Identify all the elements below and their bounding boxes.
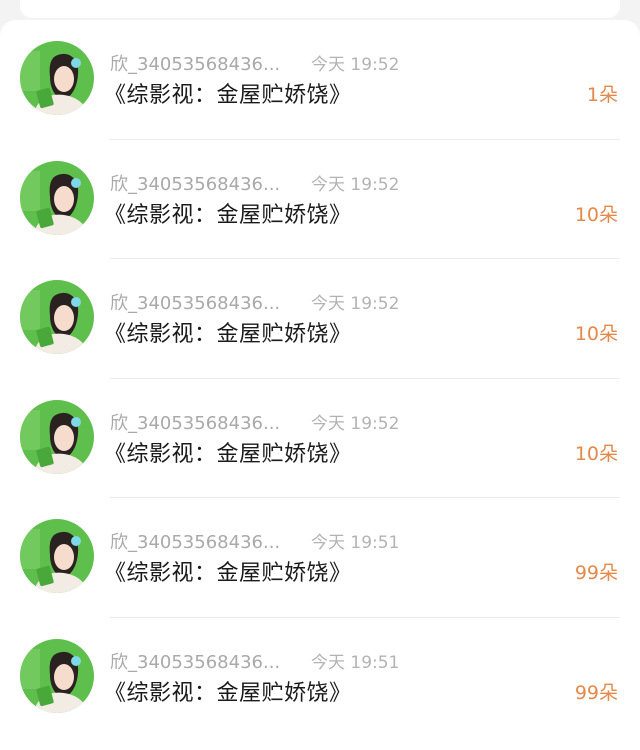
avatar-photo-icon xyxy=(20,280,94,354)
gift-record-item[interactable]: 欣_34053568436... 今天 19:52 《综影视：金屋贮娇饶》 10… xyxy=(0,140,640,259)
flower-count: 10朵 xyxy=(574,323,618,345)
book-title: 《综影视：金屋贮娇饶》 xyxy=(104,202,352,228)
flower-count: 1朵 xyxy=(586,84,618,106)
avatar-photo-icon xyxy=(20,41,94,115)
avatar-photo-icon xyxy=(20,519,94,593)
timestamp: 今天 19:52 xyxy=(311,55,400,75)
user-avatar[interactable] xyxy=(20,399,94,474)
timestamp: 今天 19:52 xyxy=(311,174,400,195)
user-name: 欣_34053568436... xyxy=(110,412,281,434)
gift-records-page: 欣_34053568436... 今天 19:52 《综影视：金屋贮娇饶》 1朵… xyxy=(0,0,640,750)
timestamp: 今天 19:52 xyxy=(311,413,400,434)
gift-record-item[interactable]: 欣_34053568436... 今天 19:52 《综影视：金屋贮娇饶》 1朵 xyxy=(0,20,640,140)
flower-count: 10朵 xyxy=(574,442,618,465)
book-title: 《综影视：金屋贮娇饶》 xyxy=(104,561,352,586)
flower-count: 99朵 xyxy=(574,562,618,584)
user-avatar[interactable] xyxy=(20,638,94,713)
user-name: 欣_34053568436... xyxy=(110,293,281,314)
gift-record-item[interactable]: 欣_34053568436... 今天 19:52 《综影视：金屋贮娇饶》 10… xyxy=(0,259,640,379)
user-name: 欣_34053568436... xyxy=(110,651,281,673)
user-avatar[interactable] xyxy=(20,160,94,235)
flower-count: 10朵 xyxy=(574,203,618,226)
avatar-photo-icon xyxy=(20,638,94,713)
avatar-photo-icon xyxy=(20,399,94,474)
book-title: 《综影视：金屋贮娇饶》 xyxy=(104,680,352,706)
user-avatar[interactable] xyxy=(20,519,94,593)
flower-count: 99朵 xyxy=(574,681,618,704)
timestamp: 今天 19:51 xyxy=(311,533,400,553)
gift-record-item[interactable]: 欣_34053568436... 今天 19:52 《综影视：金屋贮娇饶》 10… xyxy=(0,379,640,498)
user-name: 欣_34053568436... xyxy=(110,532,281,553)
timestamp: 今天 19:51 xyxy=(311,652,400,673)
gift-record-list: 欣_34053568436... 今天 19:52 《综影视：金屋贮娇饶》 1朵… xyxy=(0,20,640,750)
user-name: 欣_34053568436... xyxy=(110,54,281,75)
gift-record-item[interactable]: 欣_34053568436... 今天 19:51 《综影视：金屋贮娇饶》 99… xyxy=(0,498,640,618)
book-title: 《综影视：金屋贮娇饶》 xyxy=(104,322,352,347)
book-title: 《综影视：金屋贮娇饶》 xyxy=(104,83,352,108)
book-title: 《综影视：金屋贮娇饶》 xyxy=(104,441,352,467)
user-avatar[interactable] xyxy=(20,280,94,354)
avatar-photo-icon xyxy=(20,160,94,235)
user-name: 欣_34053568436... xyxy=(110,173,281,195)
previous-card-edge xyxy=(20,0,620,18)
timestamp: 今天 19:52 xyxy=(311,294,400,314)
user-avatar[interactable] xyxy=(20,41,94,115)
gift-record-item[interactable]: 欣_34053568436... 今天 19:51 《综影视：金屋贮娇饶》 99… xyxy=(0,618,640,738)
